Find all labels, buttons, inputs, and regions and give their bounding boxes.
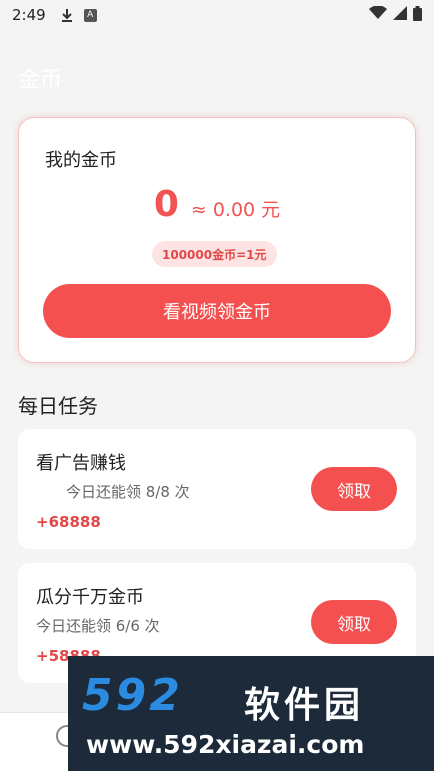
watermark-brand: 592 — [82, 670, 183, 721]
download-icon — [60, 8, 74, 22]
coin-balance: 0 ≈ 0.00 元 — [19, 184, 415, 225]
signal-icon — [393, 6, 407, 24]
watermark-banner: 592 软件园 www.592xiazai.com — [68, 656, 434, 771]
watermark-brand-cn: 软件园 — [244, 685, 365, 726]
task-reward: +68888 — [36, 513, 101, 531]
task-title: 瓜分千万金币 — [36, 587, 144, 608]
status-bar: 2:49 A — [0, 0, 434, 30]
watermark-url: www.592xiazai.com — [86, 730, 365, 759]
coin-yuan-value: ≈ 0.00 元 — [190, 199, 281, 221]
a-notification-icon: A — [83, 8, 97, 22]
task-remaining: 今日还能领 6/6 次 — [36, 617, 160, 635]
coin-card: 我的金币 0 ≈ 0.00 元 100000金币=1元 看视频领金币 — [18, 117, 416, 363]
task-title: 看广告赚钱 — [36, 453, 126, 474]
coin-count: 0 — [153, 184, 179, 225]
task-remaining: 今日还能领 8/8 次 — [66, 483, 190, 501]
task-card: 看广告赚钱 今日还能领 8/8 次 +68888 领取 — [18, 429, 416, 549]
watch-video-button[interactable]: 看视频领金币 — [43, 284, 391, 338]
wifi-icon — [369, 5, 387, 24]
coin-card-title: 我的金币 — [45, 150, 117, 171]
battery-icon — [413, 5, 422, 25]
status-time: 2:49 — [12, 6, 46, 24]
page-title: 金币 — [18, 68, 63, 93]
claim-button[interactable]: 领取 — [311, 467, 397, 511]
exchange-rate-badge: 100000金币=1元 — [152, 241, 277, 267]
daily-tasks-title: 每日任务 — [18, 394, 98, 418]
claim-button[interactable]: 领取 — [311, 600, 397, 644]
